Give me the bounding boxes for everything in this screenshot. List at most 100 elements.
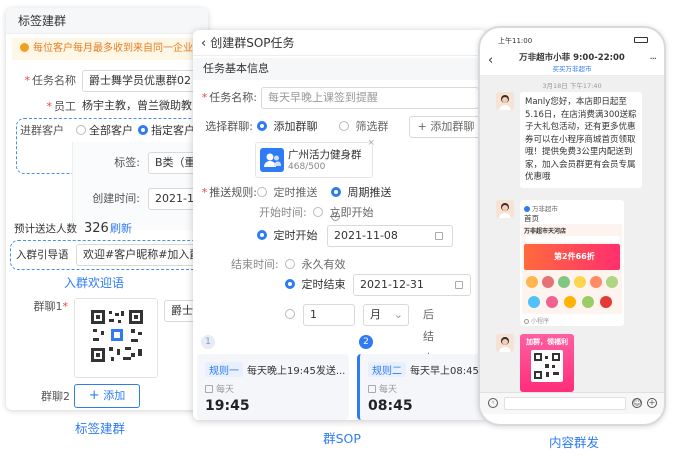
sop-task-name-label: 任务名称: (209, 91, 257, 104)
radio-specified-customers[interactable]: 指定客户 (138, 120, 195, 142)
task-name-input[interactable]: 爵士舞学员优惠群02 (82, 70, 202, 92)
rule-time: 19:45 (205, 398, 250, 414)
plus-icon[interactable]: + (647, 398, 657, 408)
staff-label: 员工 (54, 100, 76, 113)
chat-body: 3月18日 下午17:40 Manly您好，本店即日起至5.16日，在店消费满3… (480, 76, 664, 392)
group-select-row: 选择群聊: 添加群聊 筛选群聊 + 添加群聊 (193, 116, 483, 155)
unit-select[interactable]: 月 ⌄ (363, 304, 409, 326)
section-title: 任务基本信息 (193, 58, 487, 80)
chat-timestamp: 3月18日 下午17:40 (542, 82, 602, 90)
voice-icon[interactable]: ◦ (488, 398, 498, 408)
sender-avatar[interactable] (496, 200, 514, 218)
calendar-icon (368, 385, 376, 393)
task-name-row: * 任务名称 爵士舞学员优惠群02 (6, 70, 208, 92)
calendar-icon (205, 385, 213, 393)
rule-frequency: 每天 (379, 385, 398, 395)
welcome-caption: 入群欢迎语 (64, 276, 125, 290)
customer-label: 进群客户 (20, 124, 64, 137)
back-chevron-icon[interactable]: ‹ (201, 36, 206, 51)
message-input[interactable] (504, 397, 626, 410)
created-row: 创建时间: 2021-12- (6, 188, 208, 210)
rule-tag: 规则二 (368, 362, 406, 377)
phone-preview: 上午11:00 ‹ 万非超市小菲 9:00-22:00 买买万非超市 ··· 3… (478, 26, 666, 426)
notice-text: 每位客户每月最多收到来自同一企业 (33, 43, 193, 54)
group-sop-panel: ‹ 创建群SOP任务 任务基本信息 * 任务名称: 每天早晚上课签到提醒 选择群聊:… (193, 30, 487, 420)
radio-timed-end[interactable]: 定时结束 (285, 274, 346, 296)
rule-tag: 规则一 (205, 362, 243, 377)
promo-banner: 第2件66折 (524, 244, 620, 270)
sop-task-name-input[interactable]: 每天早晚上课签到提醒 (261, 87, 479, 109)
chevron-down-icon: ⌄ (393, 308, 403, 321)
customer-row: 进群客户 全部客户 指定客户 (6, 120, 208, 142)
guide-input[interactable]: 欢迎#客户昵称#加入爵士 (76, 244, 208, 266)
rule-card-2[interactable]: 规则二每天早上08:45发送 每天 08:45 (357, 354, 487, 420)
radio-timed-start[interactable]: 定时开始 (257, 225, 318, 247)
timed-start-row: 定时开始 2021-11-08 (193, 225, 453, 247)
message-bubble[interactable]: Manly您好，本店即日起至5.16日，在店消费满300送粽子大礼包活动，还有更… (520, 92, 642, 188)
count-input[interactable]: 1 (303, 304, 355, 326)
group-poster[interactable]: 加群，领福利 (520, 334, 574, 392)
created-label: 创建时间: (92, 192, 140, 205)
task-name-label: 任务名称 (32, 74, 76, 87)
radio-start-now[interactable]: 立即开始 (313, 202, 374, 224)
mini-app-logo-icon (524, 206, 530, 212)
sop-task-name-row: * 任务名称: 每天早晚上课签到提醒 (193, 87, 479, 109)
more-icon[interactable]: ··· (649, 54, 656, 65)
mini-app-card[interactable]: 万非超市 首页 万非超市天河店 第2件66折 小程序 (520, 200, 624, 326)
warning-icon (20, 43, 29, 52)
sender-avatar[interactable] (496, 334, 514, 352)
tag-label: 标签: (114, 156, 140, 169)
chat-header: ‹ 万非超市小菲 9:00-22:00 买买万非超市 ··· (480, 48, 664, 76)
radio-forever[interactable]: 永久有效 (285, 254, 346, 276)
push-rule-row: * 推送规则: 定时推送 周期推送 ? (193, 182, 395, 221)
back-chevron-icon[interactable]: ‹ (488, 53, 493, 68)
poster-title: 加群，领福利 (526, 338, 568, 346)
timed-end-row: 定时结束 2021-12-31 (193, 274, 471, 296)
group2-label: 群聊2 (41, 390, 70, 403)
duration-row: 1 月⌄ 后结束 (193, 304, 434, 365)
radio-duration[interactable] (285, 304, 298, 326)
step-number-1: 1 (201, 335, 215, 349)
rule-card-1[interactable]: 规则一 每天晚上19:45发送... 每天 19:45 (197, 354, 349, 420)
add-group-button[interactable]: + 添加 (74, 384, 140, 408)
chat-title: 万非超市小菲 9:00-22:00 (519, 53, 625, 63)
group-card[interactable]: 广州活力健身群 468/500 × (255, 138, 375, 178)
chat-subtitle: 买买万非超市 (552, 65, 592, 73)
step-number-2: 2 (359, 335, 373, 349)
qr-code-icon (89, 308, 145, 364)
emoji-icon[interactable]: ☺ (632, 398, 642, 408)
group-avatar-icon (260, 148, 284, 172)
radio-timed-push[interactable]: 定时推送 (257, 182, 318, 204)
guide-row: 入群引导语 欢迎#客户昵称#加入爵士 (6, 244, 208, 266)
add-group-chat-button[interactable]: + 添加群聊 (409, 116, 483, 138)
sop-title: 创建群SOP任务 (210, 36, 295, 50)
poster-qr-icon (531, 350, 563, 382)
staff-value[interactable]: 杨宇主教，曾兰微助教 (82, 96, 202, 118)
panel-title: 标签建群 (6, 8, 208, 34)
radio-all-customers[interactable]: 全部客户 (76, 120, 133, 142)
chat-input-bar: ◦ ☺ + (480, 392, 664, 414)
mini-app-preview: 万非超市天河店 第2件66折 (522, 224, 622, 314)
product-icons (524, 294, 620, 310)
plus-icon: + (88, 388, 100, 403)
group-card-name: 广州活力健身群 (288, 149, 362, 161)
rule-text: 每天早上08:45发送 (410, 366, 487, 377)
radio-add-group[interactable]: 添加群聊 (257, 116, 318, 138)
mini-app-footer: 小程序 (531, 318, 550, 325)
rule-time: 08:45 (368, 398, 413, 414)
group1-qr-box[interactable] (74, 298, 158, 378)
search-input (524, 236, 620, 242)
group-card-count: 468/500 (288, 162, 326, 172)
remove-group-icon[interactable]: × (367, 138, 375, 148)
end-time-row: 结束时间: 永久有效 (193, 254, 395, 276)
end-date-input[interactable]: 2021-12-31 (353, 274, 471, 296)
plus-icon: + (417, 120, 431, 133)
rule-text: 每天晚上19:45发送... (247, 366, 346, 377)
estimate-label: 预计送达人数 (14, 223, 77, 235)
estimate-value: 326 (84, 221, 109, 236)
sender-avatar[interactable] (496, 92, 514, 110)
category-icons (524, 274, 620, 292)
staff-row: * 员工 杨宇主教，曾兰微助教 (6, 96, 208, 118)
refresh-link[interactable]: 刷新 (110, 218, 132, 240)
guide-label: 入群引导语 (16, 249, 69, 261)
